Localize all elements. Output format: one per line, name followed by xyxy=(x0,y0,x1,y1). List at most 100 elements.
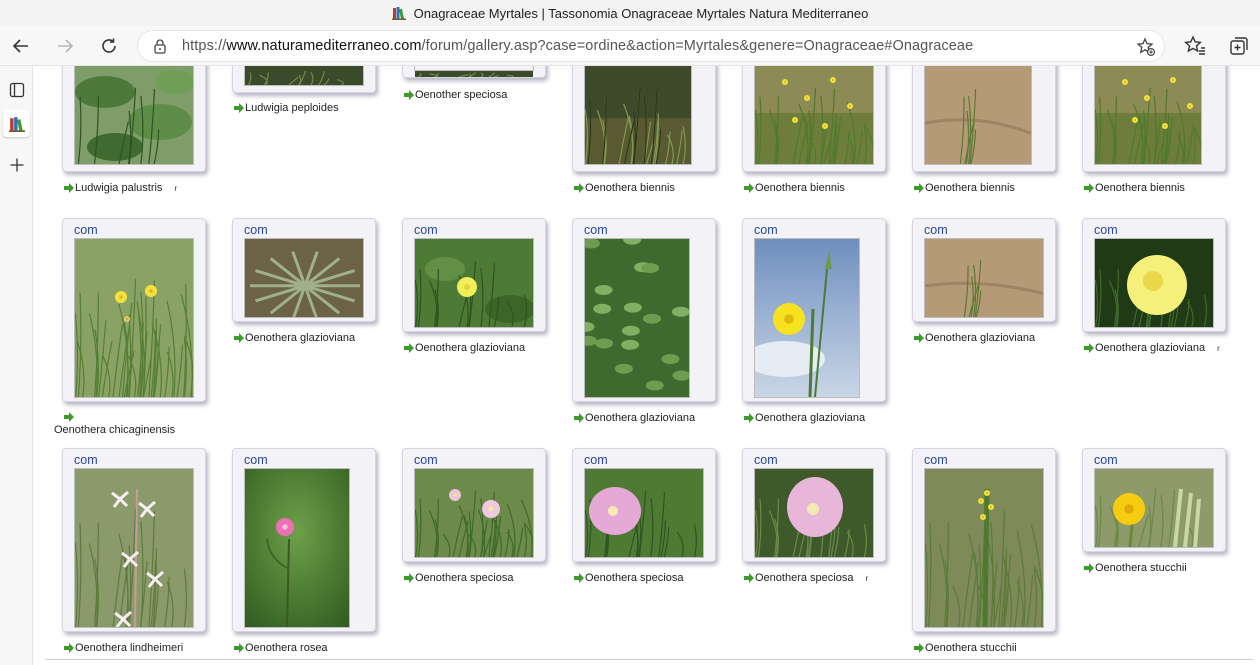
lock-icon[interactable] xyxy=(152,38,168,54)
comment-link[interactable]: com xyxy=(584,453,608,467)
plant-photo[interactable] xyxy=(584,66,692,165)
comment-link[interactable]: com xyxy=(1094,453,1118,467)
photo-caption[interactable]: Oenothera glazioviana xyxy=(914,332,1047,344)
photo-caption[interactable]: Oenothera speciosa xyxy=(404,572,525,584)
gallery-thumbnail[interactable]: com xyxy=(742,218,886,402)
plant-photo[interactable] xyxy=(74,238,196,398)
plant-photo[interactable] xyxy=(754,468,874,558)
comment-link[interactable]: com xyxy=(1094,223,1118,237)
forward-button[interactable] xyxy=(50,32,80,60)
photo-caption[interactable]: Oenothera speciosa r xyxy=(744,572,868,584)
gallery-thumbnail[interactable]: com xyxy=(402,218,546,332)
comment-link[interactable]: com xyxy=(754,223,778,237)
photo-caption[interactable]: Oenothera biennis xyxy=(914,182,1027,194)
caption-text[interactable]: Oenothera speciosa xyxy=(755,572,853,584)
plant-photo[interactable] xyxy=(584,468,704,558)
plant-photo[interactable] xyxy=(414,238,535,328)
gallery-thumbnail[interactable]: com xyxy=(62,218,206,402)
caption-text[interactable]: Ludwigia peploides xyxy=(245,102,339,114)
photo-caption[interactable]: Oenothera glazioviana r xyxy=(1084,342,1220,354)
comment-link[interactable]: com xyxy=(924,453,948,467)
back-button[interactable] xyxy=(6,32,36,60)
photo-caption[interactable]: Ludwigia palustris r xyxy=(64,182,177,194)
comment-link[interactable]: com xyxy=(74,223,98,237)
plant-photo[interactable] xyxy=(1094,66,1203,165)
gallery-thumbnail[interactable]: com xyxy=(62,448,206,632)
gallery-thumbnail[interactable] xyxy=(402,66,546,78)
photo-caption-text[interactable]: Oenothera chicaginensis xyxy=(54,424,175,436)
photo-caption[interactable]: Oenothera glazioviana xyxy=(574,412,707,424)
plant-photo[interactable] xyxy=(414,468,535,558)
gallery-thumbnail[interactable] xyxy=(912,66,1056,172)
gallery-thumbnail[interactable] xyxy=(232,66,376,93)
photo-caption[interactable]: Ludwigia peploides xyxy=(234,102,351,114)
photo-caption[interactable]: Oenothera rosea xyxy=(234,642,340,654)
photo-caption[interactable]: Oenothera speciosa xyxy=(574,572,695,584)
gallery-thumbnail[interactable] xyxy=(572,66,716,172)
caption-text[interactable]: Oenothera chicaginensis xyxy=(54,424,175,436)
plant-photo[interactable] xyxy=(74,468,194,628)
plant-photo[interactable] xyxy=(924,66,1032,165)
comment-link[interactable]: com xyxy=(244,223,268,237)
gallery-thumbnail[interactable]: com xyxy=(912,218,1056,322)
photo-caption[interactable]: Oenothera glazioviana xyxy=(404,342,537,354)
plant-photo[interactable] xyxy=(576,234,691,398)
caption-text[interactable]: Oenothera glazioviana xyxy=(925,332,1035,344)
caption-text[interactable]: Oenother speciosa xyxy=(415,89,507,101)
photo-caption[interactable]: Oenothera stucchii xyxy=(1084,562,1199,574)
gallery-thumbnail[interactable]: com xyxy=(1082,448,1226,552)
comment-link[interactable]: com xyxy=(584,223,608,237)
photo-caption[interactable]: Oenothera biennis xyxy=(1084,182,1197,194)
photo-caption[interactable]: Oenothera lindheimeri xyxy=(64,642,195,654)
comment-link[interactable]: com xyxy=(244,453,268,467)
comment-link[interactable]: com xyxy=(414,223,438,237)
comment-link[interactable]: com xyxy=(74,453,98,467)
address-bar[interactable]: https://www.naturamediterraneo.com/forum… xyxy=(137,30,1165,62)
gallery-thumbnail[interactable]: com xyxy=(1082,218,1226,332)
photo-caption[interactable]: Oenothera glazioviana xyxy=(234,332,367,344)
horizontal-scrollbar[interactable] xyxy=(45,659,1253,660)
caption-text[interactable]: Ludwigia palustris xyxy=(75,182,162,194)
photo-caption[interactable]: Oenothera biennis xyxy=(574,182,687,194)
comment-link[interactable]: com xyxy=(754,453,778,467)
add-favorite-icon[interactable] xyxy=(1136,37,1156,57)
caption-text[interactable]: Oenothera glazioviana xyxy=(245,332,355,344)
comment-link[interactable]: com xyxy=(924,223,948,237)
caption-text[interactable]: Oenothera stucchii xyxy=(1095,562,1187,574)
collections-icon[interactable] xyxy=(1227,34,1251,58)
gallery-thumbnail[interactable]: com xyxy=(572,218,716,402)
refresh-button[interactable] xyxy=(94,32,124,60)
plant-photo[interactable] xyxy=(924,238,1044,318)
gallery-thumbnail[interactable]: com xyxy=(912,448,1056,632)
plant-photo[interactable] xyxy=(244,468,350,628)
gallery-thumbnail[interactable] xyxy=(62,66,206,172)
tab-naturamediterraneo[interactable] xyxy=(3,110,30,137)
caption-text[interactable]: Oenothera stucchii xyxy=(925,642,1017,654)
url-text[interactable]: https://www.naturamediterraneo.com/forum… xyxy=(182,38,973,54)
caption-text[interactable]: Oenothera biennis xyxy=(755,182,845,194)
caption-text[interactable]: Oenothera glazioviana xyxy=(755,412,865,424)
caption-text[interactable]: Oenothera biennis xyxy=(1095,182,1185,194)
favorites-icon[interactable] xyxy=(1183,34,1207,58)
gallery-thumbnail[interactable]: com xyxy=(232,448,376,632)
gallery-thumbnail[interactable]: com xyxy=(402,448,546,562)
caption-text[interactable]: Oenothera glazioviana xyxy=(415,342,525,354)
caption-text[interactable]: Oenothera speciosa xyxy=(415,572,513,584)
plant-photo[interactable] xyxy=(924,468,1045,628)
caption-text[interactable]: Oenothera speciosa xyxy=(585,572,683,584)
gallery-thumbnail[interactable] xyxy=(1082,66,1226,172)
plant-photo[interactable] xyxy=(1094,468,1214,548)
caption-text[interactable]: Oenothera rosea xyxy=(245,642,328,654)
photo-caption[interactable]: Oenothera stucchii xyxy=(914,642,1029,654)
gallery-thumbnail[interactable]: com xyxy=(572,448,716,562)
gallery-thumbnail[interactable]: com xyxy=(232,218,376,322)
caption-text[interactable]: Oenothera biennis xyxy=(585,182,675,194)
caption-text[interactable]: Oenothera biennis xyxy=(925,182,1015,194)
caption-text[interactable]: Oenothera glazioviana xyxy=(585,412,695,424)
tab-actions-button[interactable] xyxy=(3,76,30,103)
photo-caption[interactable]: Oenother speciosa xyxy=(404,89,519,101)
plant-photo[interactable] xyxy=(244,238,364,321)
new-tab-button[interactable] xyxy=(3,151,30,178)
caption-text[interactable]: Oenothera glazioviana xyxy=(1095,342,1205,354)
plant-photo[interactable] xyxy=(74,66,195,165)
